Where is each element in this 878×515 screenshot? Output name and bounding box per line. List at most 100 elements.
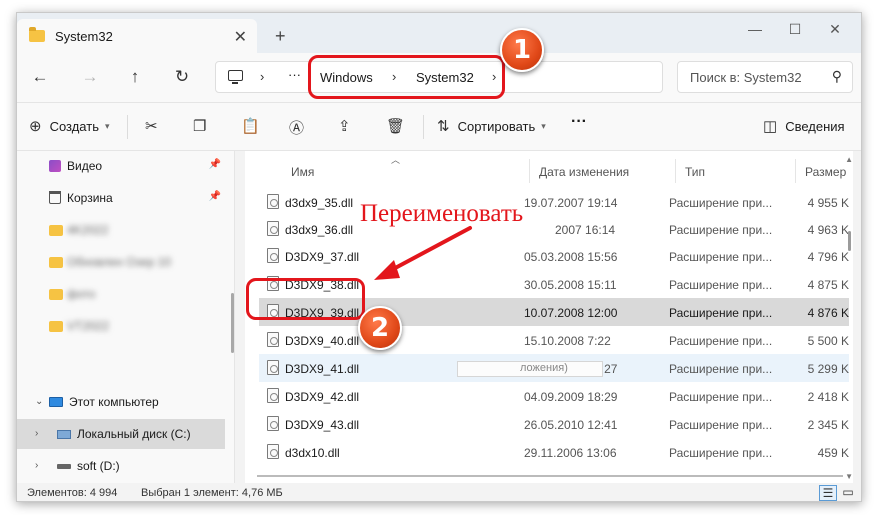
file-row[interactable]: D3DX9_43.dll 26.05.2010 12:41 Расширение… xyxy=(259,410,849,438)
more-options-button[interactable]: ··· xyxy=(571,113,587,131)
column-header-name[interactable]: Имя xyxy=(291,165,314,179)
sidebar-item-folder[interactable]: 4K2022 xyxy=(17,215,225,245)
create-button[interactable]: ⊕ Создать ▾ xyxy=(29,117,110,135)
copy-icon[interactable]: ❐ xyxy=(193,117,206,135)
file-type: Расширение при... xyxy=(669,196,773,210)
file-size: 2 345 K xyxy=(807,418,849,432)
status-bar: Элементов: 4 994 Выбран 1 элемент: 4,76 … xyxy=(17,483,861,501)
file-row[interactable]: d3dx9_36.dll 2007 16:14 Расширение при..… xyxy=(259,215,849,243)
up-button[interactable]: ↑ xyxy=(124,67,146,87)
sidebar-item-label: VT2022 xyxy=(67,319,110,333)
column-header-date[interactable]: Дата изменения xyxy=(539,165,629,179)
details-pane-button[interactable]: ◫ Сведения xyxy=(763,117,845,135)
address-more[interactable]: ··· xyxy=(288,67,301,82)
chevron-right-icon[interactable]: › xyxy=(35,460,38,471)
pin-icon[interactable]: 📌 xyxy=(209,191,221,202)
file-row[interactable]: d3dx10.dll 29.11.2006 13:06 Расширение п… xyxy=(259,438,849,466)
cut-icon[interactable]: ✂ xyxy=(145,117,158,135)
sidebar-item-folder[interactable]: VT2022 xyxy=(17,311,225,341)
close-button[interactable]: ✕ xyxy=(825,21,845,38)
dll-file-icon xyxy=(267,194,279,209)
refresh-button[interactable]: ↻ xyxy=(171,67,193,87)
file-list-scrollbar[interactable] xyxy=(848,231,851,251)
annotation-step-badge: 1 xyxy=(500,28,544,72)
minimize-button[interactable]: — xyxy=(745,21,765,37)
search-box[interactable]: Поиск в: System32 ⚲ xyxy=(677,61,853,93)
sidebar-item-video[interactable]: Видео 📌 xyxy=(17,151,225,181)
annotation-breadcrumb-highlight xyxy=(308,55,505,99)
rename-icon[interactable]: Ⓐ xyxy=(289,117,304,138)
forward-button[interactable]: → xyxy=(79,67,101,87)
file-row[interactable]: d3dx9_35.dll 19.07.2007 19:14 Расширение… xyxy=(259,188,849,216)
drive-icon xyxy=(57,464,71,469)
details-view-icon[interactable]: ☰ xyxy=(819,485,837,501)
item-count: Элементов: 4 994 xyxy=(27,487,118,499)
file-type: Расширение при... xyxy=(669,223,773,237)
chevron-down-icon: ▾ xyxy=(104,120,110,131)
column-divider[interactable] xyxy=(529,159,530,183)
search-input[interactable]: Поиск в: System32 xyxy=(690,70,802,85)
file-name: d3dx10.dll xyxy=(285,446,340,460)
paste-icon[interactable]: 📋 xyxy=(241,117,260,135)
sort-ascending-icon: ︿ xyxy=(391,155,401,165)
sidebar-item-folder[interactable]: фото xyxy=(17,279,225,309)
create-label: Создать xyxy=(49,118,99,134)
chevron-right-icon[interactable]: › xyxy=(35,428,38,439)
search-icon: ⚲ xyxy=(831,68,842,84)
scroll-down-icon[interactable]: ▼ xyxy=(845,472,853,481)
computer-icon xyxy=(49,397,63,407)
horizontal-scrollbar[interactable] xyxy=(257,475,843,477)
file-row[interactable]: D3DX9_42.dll 04.09.2009 18:29 Расширение… xyxy=(259,382,849,410)
sidebar-item-local-disk-c[interactable]: › Локальный диск (C:) xyxy=(17,419,225,449)
scroll-up-icon[interactable]: ▲ xyxy=(845,155,853,164)
sort-button[interactable]: ⇅ Сортировать ▾ xyxy=(437,117,546,135)
file-type: Расширение при... xyxy=(669,390,773,404)
file-name: D3DX9_43.dll xyxy=(285,418,360,432)
file-type: Расширение при... xyxy=(669,362,773,376)
sidebar-item-recycle-bin[interactable]: Корзина 📌 xyxy=(17,183,225,213)
folder-icon xyxy=(49,289,63,300)
file-date: 10.07.2008 12:00 xyxy=(524,306,618,320)
sidebar-scrollbar[interactable] xyxy=(231,293,234,353)
share-icon[interactable]: ⇪ xyxy=(338,117,351,135)
file-row[interactable]: D3DX9_37.dll 05.03.2008 15:56 Расширение… xyxy=(259,242,849,270)
dll-file-icon xyxy=(267,388,279,403)
file-type: Расширение при... xyxy=(669,418,773,432)
sidebar-item-this-pc[interactable]: ⌄ Этот компьютер xyxy=(17,387,225,417)
plus-circle-icon: ⊕ xyxy=(29,118,42,135)
file-date: 05.03.2008 15:56 xyxy=(524,250,618,264)
folder-icon xyxy=(49,321,63,332)
sidebar-item-soft-d[interactable]: › soft (D:) xyxy=(17,451,225,481)
file-size: 4 963 K xyxy=(807,223,849,237)
delete-icon[interactable]: 🗑 xyxy=(386,117,405,135)
file-type: Расширение при... xyxy=(669,446,773,460)
tab-close-icon[interactable]: ✕ xyxy=(234,27,247,47)
file-name: d3dx9_36.dll xyxy=(285,223,354,237)
navigation-pane: Видео 📌 Корзина 📌 4K2022 Обновлен Озер 1… xyxy=(17,151,235,483)
dll-file-icon xyxy=(267,332,279,347)
tiles-view-icon[interactable]: ▭ xyxy=(839,485,857,501)
file-name: D3DX9_37.dll xyxy=(285,250,360,264)
file-size: 4 876 K xyxy=(807,306,849,320)
chevron-down-icon[interactable]: ⌄ xyxy=(35,396,43,407)
column-header-type[interactable]: Тип xyxy=(685,165,705,179)
new-tab-button[interactable]: + xyxy=(275,26,286,47)
tab-title: System32 xyxy=(55,28,113,44)
file-row[interactable]: D3DX9_40.dll 15.10.2008 7:22 Расширение … xyxy=(259,326,849,354)
file-name: D3DX9_41.dll xyxy=(285,362,360,376)
column-divider[interactable] xyxy=(675,159,676,183)
folder-icon xyxy=(49,225,63,236)
pin-icon[interactable]: 📌 xyxy=(209,159,221,170)
tab-system32[interactable]: System32 ✕ xyxy=(17,19,257,53)
file-type: Расширение при... xyxy=(669,306,773,320)
file-name: D3DX9_40.dll xyxy=(285,334,360,348)
column-header-size[interactable]: Размер xyxy=(805,165,846,179)
file-size: 459 K xyxy=(817,446,849,460)
maximize-button[interactable]: ☐ xyxy=(785,21,805,38)
chevron-right-icon[interactable]: › xyxy=(260,69,264,84)
details-pane-icon: ◫ xyxy=(763,118,778,135)
sidebar-item-folder[interactable]: Обновлен Озер 10 xyxy=(17,247,225,277)
file-type: Расширение при... xyxy=(669,278,773,292)
back-button[interactable]: ← xyxy=(29,67,51,87)
column-divider[interactable] xyxy=(795,159,796,183)
